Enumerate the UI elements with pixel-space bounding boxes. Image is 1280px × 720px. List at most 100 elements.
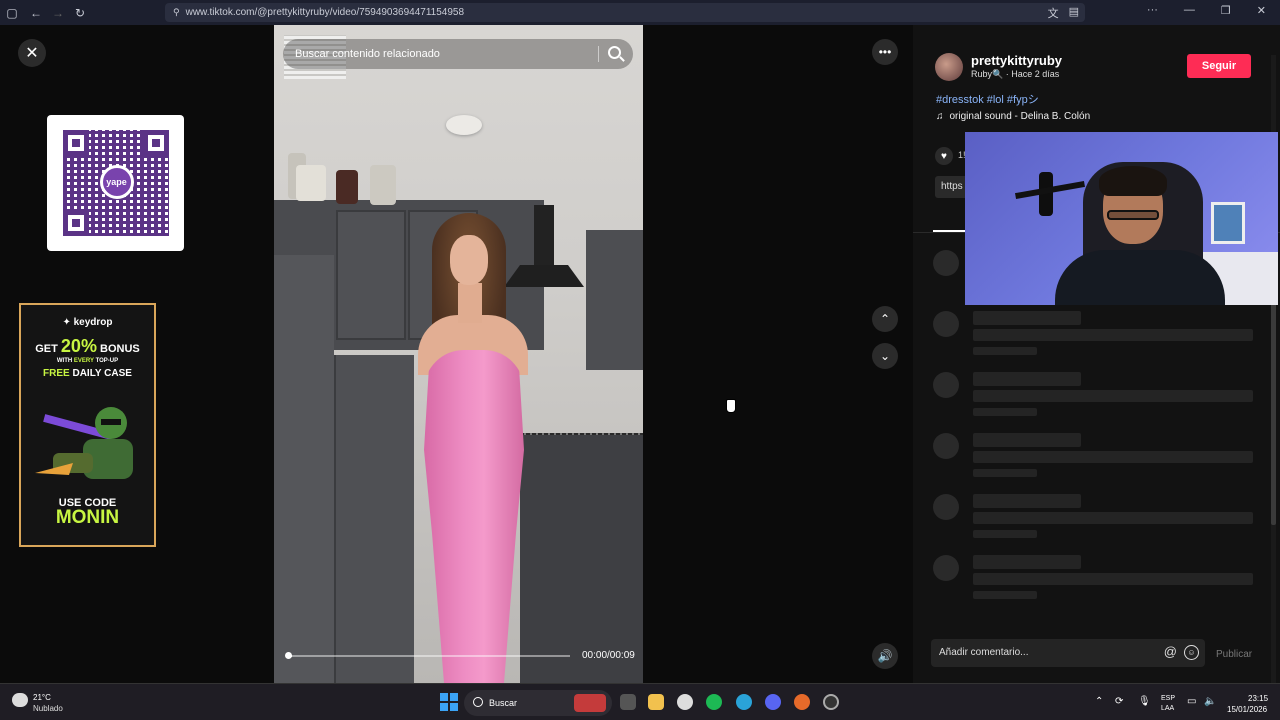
jar [336,170,358,204]
close-icon: ✕ [25,45,39,62]
comment-skeleton [933,372,1263,422]
publish-button[interactable]: Publicar [1216,649,1252,660]
window-close-icon[interactable]: ✕ [1257,4,1266,17]
weather-temp[interactable]: 21°C [33,693,51,702]
wall-picture [1211,202,1245,244]
reload-icon[interactable]: ↻ [70,3,90,23]
jar [296,165,326,201]
discord-icon[interactable] [765,694,781,710]
comment-input[interactable]: Añadir comentario... @ ☺ [931,639,1205,667]
streamer-body [1055,250,1225,305]
chrome-icon[interactable] [677,694,693,710]
browser-toolbar: ▢ ← → ↻ ⚲ www.tiktok.com/@prettykittyrub… [0,0,1280,25]
menu-icon[interactable]: ··· [1147,4,1158,17]
qr-code: yape [62,130,169,236]
forward-icon[interactable]: → [48,3,68,23]
cloud-icon[interactable] [12,693,28,707]
person-in-pink-dress [414,205,534,683]
microphone-icon[interactable]: 🎙 [1138,696,1151,707]
clock-time[interactable]: 23:15 [1248,694,1268,703]
ad-free-line: FREE DAILY CASE [43,368,132,379]
qr-corner [62,130,89,156]
sidebar-toggle-icon[interactable]: ▢ [2,3,22,23]
music-info[interactable]: ♫ original sound - Delina B. Colón [936,111,1090,122]
mention-icon[interactable]: @ [1164,644,1177,659]
ad-code: MONIN [55,507,120,528]
emoji-icon[interactable]: ☺ [1184,645,1199,660]
yape-logo: yape [99,165,134,199]
spotify-icon[interactable] [706,694,722,710]
username[interactable]: prettykittyruby [971,53,1062,68]
comment-placeholder: Añadir comentario... [939,647,1029,658]
chevron-up-icon[interactable]: ⌃ [1095,696,1103,707]
firefox-icon[interactable] [794,694,810,710]
stove [520,435,643,683]
volume-button[interactable]: 🔊 [872,643,898,669]
progress-handle[interactable] [285,652,292,659]
ad-bonus-line: GET 20% BONUS [35,336,140,356]
next-video-button[interactable]: ⌄ [872,343,898,369]
windows-start-icon[interactable] [440,693,458,711]
follow-button[interactable]: Seguir [1187,54,1251,78]
keydrop-ad[interactable]: ✦ keydrop GET 20% BONUS WITH EVERY TOP-U… [19,303,156,547]
minimize-icon[interactable]: — [1184,4,1195,17]
tiktok-page: ✕ yape ✦ keydrop GET 20% BONUS WITH EVER… [0,25,1280,695]
reader-icon[interactable]: ▤ [1069,5,1079,21]
windows-taskbar: 21°C Nublado Buscar ⌃ ⟳ 🎙 ESP LAA ▭ 🔈 23… [0,683,1280,720]
jar [370,165,396,205]
comment-skeleton [933,433,1263,483]
speaker-icon[interactable]: 🔈 [1204,696,1216,707]
qr-corner [142,130,169,156]
ad-brand: ✦ keydrop [62,317,113,328]
search-highlight-icon [574,694,606,712]
back-icon[interactable]: ← [26,3,46,23]
keyboard-layout[interactable]: LAA [1161,705,1174,712]
video-time: 00:00/00:09 [582,650,635,661]
address-bar[interactable]: ⚲ www.tiktok.com/@prettykittyruby/video/… [165,3,1085,22]
search-icon[interactable] [608,46,621,59]
music-note-icon: ♫ [936,111,944,122]
more-options-button[interactable]: ••• [872,39,898,65]
chevron-up-icon: ⌃ [879,312,891,326]
previous-video-button[interactable]: ⌃ [872,306,898,332]
qr-corner [62,210,89,236]
task-view-icon[interactable] [620,694,636,710]
lower-cabinet [334,355,414,683]
weather-desc[interactable]: Nublado [33,704,63,713]
video-player[interactable] [274,25,643,683]
file-explorer-icon[interactable] [648,694,664,710]
like-button[interactable]: ♥ [935,147,953,165]
telegram-icon[interactable] [736,694,752,710]
music-title: original sound - Delina B. Colón [949,111,1091,122]
hand-cursor-icon [726,399,736,413]
clock-date[interactable]: 15/01/2026 [1227,705,1267,714]
more-icon: ••• [878,45,892,59]
taskbar-search[interactable]: Buscar [464,690,612,716]
cabinet-door [336,210,406,340]
obs-icon[interactable] [823,694,839,710]
glasses [1107,210,1159,220]
avatar[interactable] [935,53,963,81]
search-placeholder: Buscar contenido relacionado [295,48,440,60]
restore-icon[interactable]: ❐ [1221,4,1231,17]
ceiling-light [446,115,482,135]
heart-icon: ♥ [941,150,947,162]
site-info-icon[interactable]: ⚲ [173,7,180,18]
search-divider [598,46,599,62]
video-progress-bar[interactable] [286,655,570,657]
search-icon [473,697,483,707]
right-cabinet [586,230,643,370]
display-icon[interactable]: ▭ [1187,696,1196,707]
translate-icon[interactable]: 文 [1048,5,1059,21]
ad-character-illustration [35,407,133,479]
fridge [274,255,334,683]
related-search-bar[interactable]: Buscar contenido relacionado [283,39,633,69]
webcam-overlay [965,132,1278,305]
sync-icon[interactable]: ⟳ [1115,696,1123,707]
close-video-button[interactable]: ✕ [18,39,46,67]
streamer-hair [1099,166,1167,196]
post-details-panel: prettykittyruby Ruby🔍 · Hace 2 días Segu… [913,25,1280,683]
comment-skeleton [933,555,1263,605]
hashtags[interactable]: #dresstok #lol #fypシ [936,91,1039,107]
language-indicator[interactable]: ESP [1161,695,1175,702]
